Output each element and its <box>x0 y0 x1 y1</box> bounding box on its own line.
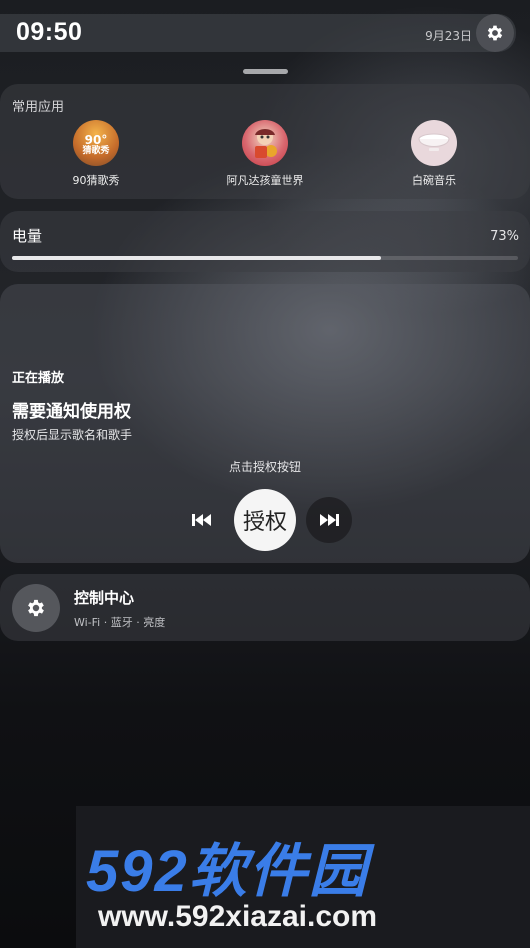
frequent-apps-title: 常用应用 <box>12 100 65 115</box>
authorize-label: 授权 <box>242 510 287 535</box>
control-center-card[interactable]: 控制中心 Wi-Fi · 蓝牙 · 亮度 <box>0 574 530 641</box>
avatar-kids-world-app-icon <box>242 120 288 166</box>
gear-icon <box>28 599 44 617</box>
app-avatar-kids-world[interactable]: 阿凡达孩童世界 <box>200 120 330 188</box>
app-label: 白碗音乐 <box>412 174 456 187</box>
control-center-icon-button[interactable] <box>12 584 60 632</box>
watermark-url: www.592xiazai.com <box>98 900 378 933</box>
battery-percent: 73% <box>490 229 519 244</box>
battery-card: 电量 73% <box>0 211 530 272</box>
now-playing-card: 正在播放 需要通知使用权 授权后显示歌名和歌手 点击授权按钮 授权 <box>0 284 530 563</box>
date-label: 9月23日 <box>425 29 472 43</box>
settings-button[interactable] <box>476 14 514 52</box>
app-white-bowl-music[interactable]: 白碗音乐 <box>369 120 499 188</box>
clock: 09:50 <box>16 18 83 46</box>
drag-handle[interactable] <box>243 69 288 74</box>
battery-level-fill <box>12 256 382 260</box>
app-label: 90猜歌秀 <box>72 174 120 187</box>
now-playing-header: 正在播放 <box>12 371 65 386</box>
previous-button[interactable] <box>179 497 225 543</box>
battery-label: 电量 <box>12 227 43 245</box>
control-center-subtitle: Wi-Fi · 蓝牙 · 亮度 <box>74 616 166 629</box>
frequent-apps-card: 常用应用 90° 猜歌秀 90猜歌秀 阿凡达孩童世界 白碗音乐 <box>0 84 530 199</box>
white-bowl-music-app-icon <box>411 120 457 166</box>
app-label: 阿凡达孩童世界 <box>226 174 304 187</box>
gear-icon <box>487 25 503 41</box>
app-90-guess-song[interactable]: 90° 猜歌秀 90猜歌秀 <box>31 120 161 188</box>
watermark: 592软件园 www.592xiazai.com <box>76 806 530 948</box>
now-playing-title: 需要通知使用权 <box>12 402 131 422</box>
authorize-button[interactable]: 授权 <box>234 489 296 551</box>
control-center-title: 控制中心 <box>74 589 135 607</box>
battery-level-bar <box>12 256 518 260</box>
status-bar: 09:50 9月23日 <box>0 14 516 52</box>
skip-previous-icon <box>192 514 211 526</box>
skip-next-icon <box>320 514 339 526</box>
authorize-hint: 点击授权按钮 <box>228 460 301 474</box>
watermark-brand: 592软件园 <box>86 839 369 904</box>
now-playing-subtitle: 授权后显示歌名和歌手 <box>12 428 133 442</box>
90-guess-song-app-icon: 90° 猜歌秀 <box>73 120 119 166</box>
next-button[interactable] <box>306 497 352 543</box>
